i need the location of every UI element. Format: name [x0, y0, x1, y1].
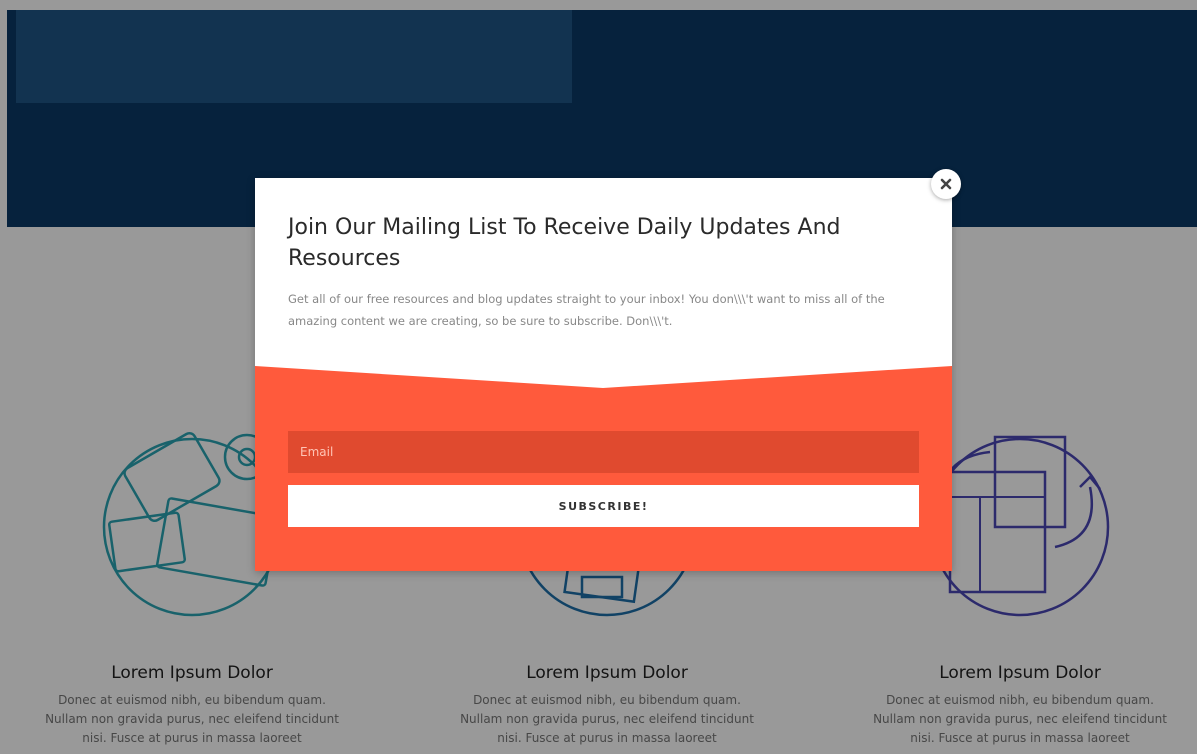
close-icon: [940, 178, 952, 190]
popup-header-background: [255, 178, 952, 388]
email-input[interactable]: [288, 431, 919, 473]
popup-description: Get all of our free resources and blog u…: [288, 292, 885, 328]
popup-title: Join Our Mailing List To Receive Daily U…: [288, 215, 841, 271]
popup-header: Join Our Mailing List To Receive Daily U…: [255, 178, 952, 390]
page: Lorem Ipsum Dolor Donec at euismod nibh,…: [0, 0, 1197, 754]
mailing-list-popup: Join Our Mailing List To Receive Daily U…: [255, 178, 952, 571]
subscribe-button[interactable]: SUBSCRIBE!: [288, 485, 919, 527]
close-button[interactable]: [931, 169, 961, 199]
